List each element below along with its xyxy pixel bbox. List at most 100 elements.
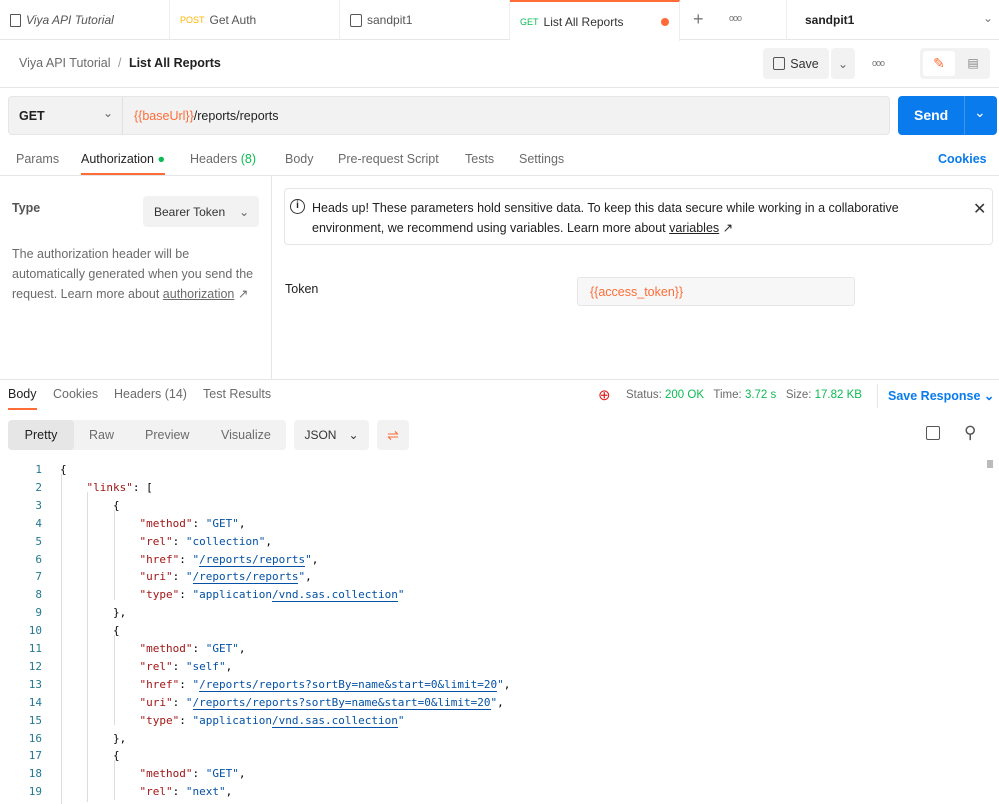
tab-label: Viya API Tutorial xyxy=(26,13,114,27)
view-visualize[interactable]: Visualize xyxy=(221,428,271,442)
json-link[interactable]: /vnd.sas.collection xyxy=(271,713,398,728)
json-string: "next" xyxy=(185,785,226,799)
json-key: "rel" xyxy=(139,785,173,799)
line-number: 9 xyxy=(35,606,42,620)
breadcrumb-separator: / xyxy=(117,56,122,70)
size-value[interactable]: 17.82 KB xyxy=(815,389,862,401)
tab-collection[interactable]: Viya API Tutorial xyxy=(0,0,170,40)
network-globe-icon[interactable]: ⊕ xyxy=(598,386,611,404)
save-button[interactable]: Save xyxy=(763,48,829,79)
tab-label: Authorization xyxy=(81,152,154,166)
scrollbar-thumb[interactable] xyxy=(987,460,993,468)
json-key: "type" xyxy=(139,713,180,727)
tab-response-body[interactable]: Body xyxy=(8,387,37,410)
token-input[interactable]: {{access_token}} xyxy=(577,277,855,306)
line-number: 13 xyxy=(28,677,42,691)
chevron-down-icon: ⌄ xyxy=(103,106,114,120)
headers-count: (8) xyxy=(240,152,257,166)
mode-toggle: ✎ ▤ xyxy=(920,48,990,79)
auth-type-select[interactable]: Bearer Token ⌄ xyxy=(143,196,259,227)
token-label: Token xyxy=(285,282,319,296)
tab-environment[interactable]: sandpit1 xyxy=(340,0,510,40)
line-number: 14 xyxy=(28,695,42,709)
more-tabs-icon[interactable]: ooo xyxy=(729,13,742,23)
chevron-down-icon: ⌄ xyxy=(239,204,250,219)
documentation-icon[interactable]: ▤ xyxy=(958,51,988,76)
format-select[interactable]: JSON ⌄ xyxy=(294,420,369,450)
method-select[interactable]: GET ⌄ xyxy=(9,97,123,134)
json-key: "rel" xyxy=(139,659,173,673)
view-pretty[interactable]: Pretty xyxy=(8,420,74,450)
json-punctuation: , xyxy=(503,677,511,691)
url-variable: {{baseUrl}} xyxy=(134,109,194,123)
json-string: "application xyxy=(192,588,272,602)
wrap-lines-icon[interactable]: ⇌ xyxy=(377,420,409,450)
json-punctuation: : xyxy=(172,785,186,799)
json-string: "GET" xyxy=(205,516,239,530)
code-line: "links": [ xyxy=(87,481,153,494)
json-string: "self" xyxy=(185,659,226,673)
authorization-link[interactable]: authorization xyxy=(163,287,235,301)
save-options-chevron-icon[interactable]: ⌄ xyxy=(831,48,855,79)
tab-headers[interactable]: Headers (8) xyxy=(190,152,256,166)
json-string: "GET" xyxy=(205,642,239,655)
json-key: "method" xyxy=(139,516,193,530)
code-line: { xyxy=(60,463,67,476)
close-icon[interactable]: ✕ xyxy=(973,199,986,219)
time-value[interactable]: 3.72 s xyxy=(745,389,776,401)
chevron-down-icon: ⌄ xyxy=(983,389,995,403)
json-punctuation: : xyxy=(179,588,193,602)
response-body-editor[interactable]: 1{2 "links": [3{4 "method": "GET", 5 "rel": … xyxy=(0,460,999,804)
json-link[interactable]: /reports/reports?sortBy=name&start=0&lim… xyxy=(199,677,498,692)
json-link[interactable]: /reports/reports xyxy=(192,570,299,585)
tab-pre-request-script[interactable]: Pre-request Script xyxy=(338,152,439,166)
line-number: 7 xyxy=(35,570,42,584)
tab-get-auth[interactable]: POST Get Auth xyxy=(170,0,340,40)
url-path: /reports/reports xyxy=(193,109,279,123)
send-options-chevron-icon[interactable]: ⌄ xyxy=(974,104,986,121)
view-preview[interactable]: Preview xyxy=(145,428,189,442)
json-punctuation: , xyxy=(238,516,246,530)
code-line: { xyxy=(113,499,120,512)
copy-icon[interactable] xyxy=(926,426,940,440)
json-link[interactable]: /reports/reports xyxy=(199,552,306,567)
json-link[interactable]: /vnd.sas.collection xyxy=(271,588,398,603)
environment-icon xyxy=(350,13,362,27)
search-icon[interactable]: ⚲ xyxy=(964,423,976,443)
json-punctuation: }, xyxy=(113,606,127,620)
json-link[interactable]: /reports/reports?sortBy=name&start=0&lim… xyxy=(192,695,491,710)
tab-body[interactable]: Body xyxy=(285,152,314,166)
more-options-icon[interactable]: ooo xyxy=(872,58,885,68)
save-response-button[interactable]: Save Response ⌄ xyxy=(888,388,994,403)
json-punctuation: , xyxy=(238,767,246,781)
json-string: " xyxy=(397,713,405,727)
view-raw[interactable]: Raw xyxy=(89,428,114,442)
tab-settings[interactable]: Settings xyxy=(519,152,564,166)
json-key: "method" xyxy=(139,767,193,781)
status-value[interactable]: 200 OK xyxy=(665,389,704,401)
environment-selector[interactable]: sandpit1 ⌄ xyxy=(786,0,999,40)
line-number: 16 xyxy=(28,731,42,745)
json-punctuation: : xyxy=(172,695,186,709)
method-badge: POST xyxy=(180,15,205,25)
tab-test-results[interactable]: Test Results xyxy=(203,387,271,401)
tab-response-cookies[interactable]: Cookies xyxy=(53,387,98,401)
json-punctuation: , xyxy=(265,534,272,548)
breadcrumb-current[interactable]: List All Reports xyxy=(129,56,221,70)
send-button[interactable]: Send ⌄ xyxy=(898,96,997,135)
new-tab-plus-icon[interactable]: + xyxy=(693,9,704,30)
cookies-link[interactable]: Cookies xyxy=(938,152,987,166)
json-string: " xyxy=(397,588,405,602)
variables-link[interactable]: variables xyxy=(669,221,719,235)
line-number: 2 xyxy=(35,480,42,494)
json-key: "rel" xyxy=(139,534,173,548)
tab-list-all-reports[interactable]: GET List All Reports xyxy=(510,0,680,41)
edit-pencil-icon[interactable]: ✎ xyxy=(923,51,955,76)
line-number: 15 xyxy=(28,713,42,727)
tab-tests[interactable]: Tests xyxy=(465,152,494,166)
breadcrumb-parent[interactable]: Viya API Tutorial xyxy=(19,56,111,70)
url-input[interactable]: {{baseUrl}}/reports/reports xyxy=(134,109,279,123)
tab-response-headers[interactable]: Headers (14) xyxy=(114,387,187,401)
tab-params[interactable]: Params xyxy=(16,152,59,166)
tab-authorization[interactable]: Authorization ● xyxy=(81,152,166,175)
